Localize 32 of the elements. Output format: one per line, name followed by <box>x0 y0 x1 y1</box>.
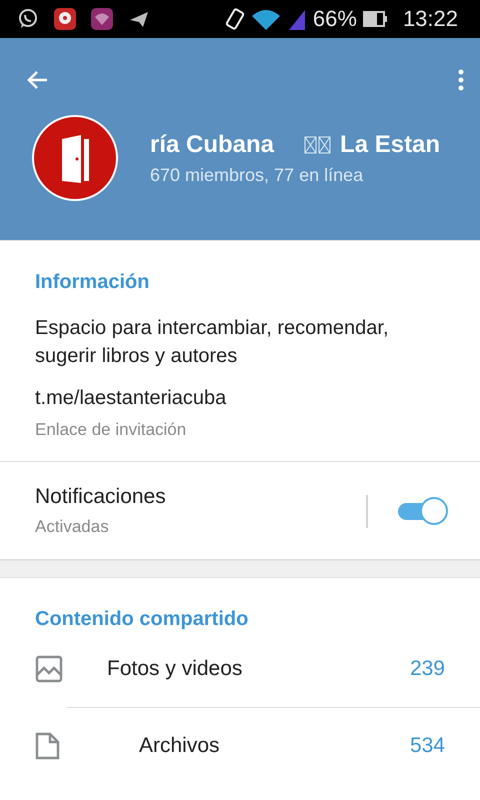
member-count: 670 miembros, 77 en línea <box>150 164 364 186</box>
missing-glyph-icon <box>304 134 332 154</box>
notifications-label: Notificaciones <box>35 485 167 509</box>
shared-item[interactable]: Fotos y videos 239 <box>0 631 480 707</box>
notifications-state: Activadas <box>35 516 110 537</box>
group-title: La Estan <box>340 130 440 158</box>
group-description: Espacio para intercambiar, recomendar, sugerir libros y autores <box>34 316 390 369</box>
item-label: Archivos <box>139 734 221 758</box>
section-heading: Información <box>34 270 150 294</box>
clock-time: 13:22 <box>402 6 458 32</box>
invite-link[interactable]: t.me/laestanteriacuba <box>0 370 480 410</box>
wifi-icon <box>250 8 281 30</box>
phone-vibrate-icon <box>224 7 245 31</box>
app-icon <box>54 8 76 30</box>
link-caption: Enlace de invitación <box>0 410 480 462</box>
shared-item[interactable]: Archivos 534 <box>67 707 480 784</box>
menu-icon <box>458 68 464 92</box>
toggle-switch[interactable] <box>396 497 448 525</box>
avatar-door-icon <box>32 115 118 201</box>
file-icon <box>33 732 61 760</box>
app-icon <box>91 8 113 30</box>
menu-button[interactable] <box>458 68 464 92</box>
item-count: 239 <box>410 657 445 681</box>
group-title: ría Cubana <box>150 130 274 158</box>
battery-percent: 66% <box>312 6 357 32</box>
battery-icon <box>362 10 389 28</box>
chat-bubble-icon <box>17 8 39 30</box>
item-label: Fotos y videos <box>107 657 244 681</box>
section-heading: Contenido compartido <box>34 607 250 631</box>
item-count: 534 <box>410 734 445 758</box>
signal-icon <box>286 8 307 30</box>
image-icon <box>35 655 63 683</box>
